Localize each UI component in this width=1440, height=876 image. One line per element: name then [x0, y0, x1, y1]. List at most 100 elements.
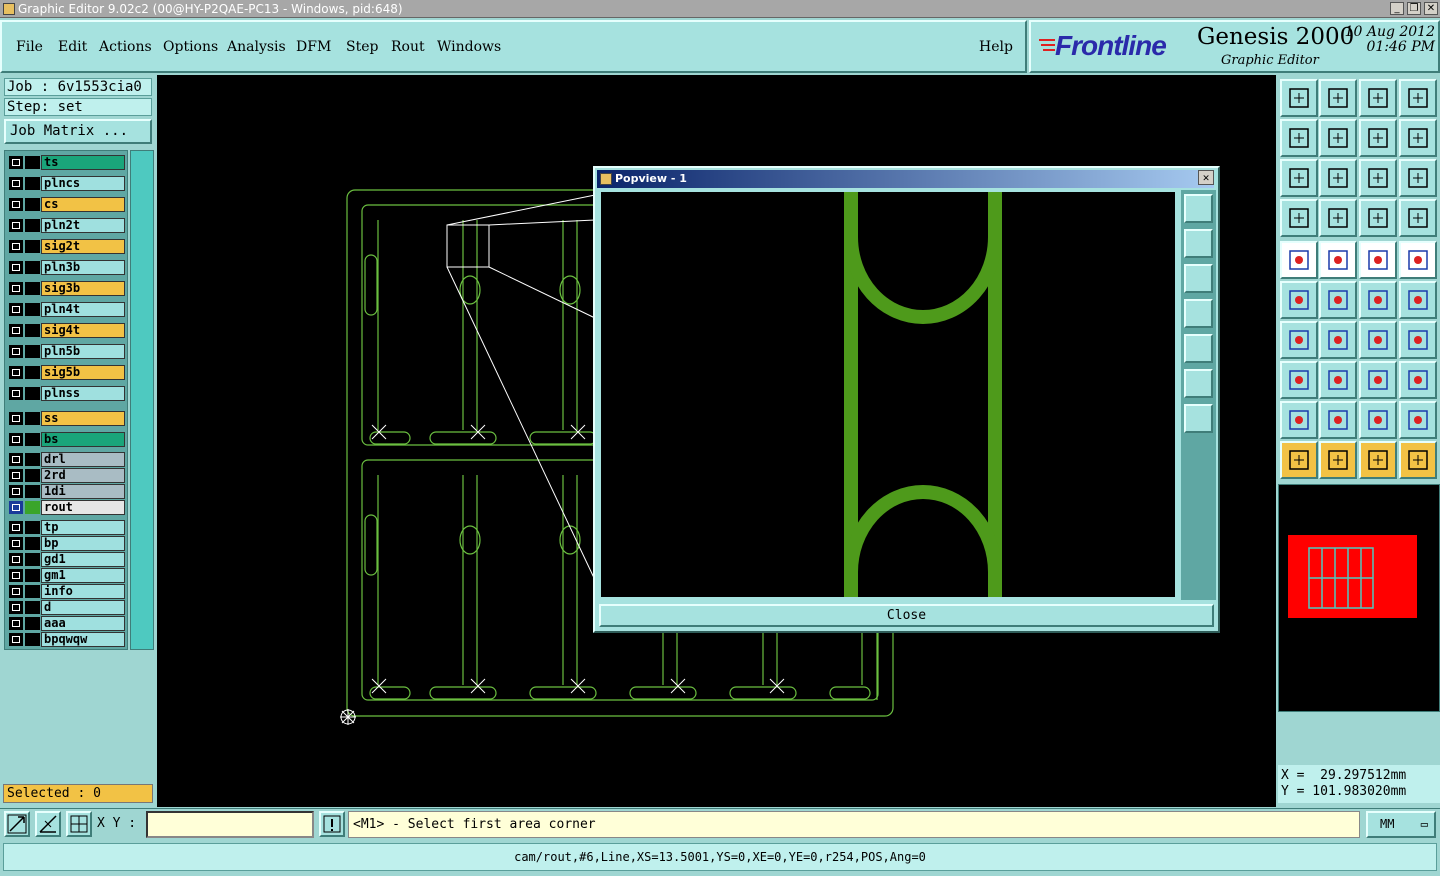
tool-config-button[interactable] [1280, 199, 1318, 237]
tool-route-button[interactable] [1399, 441, 1437, 479]
layer-name[interactable]: cs [41, 197, 125, 212]
layer-row-pln5b[interactable]: pln5b [7, 344, 127, 359]
layer-name[interactable]: plncs [41, 176, 125, 191]
layer-display-swatch[interactable] [25, 617, 40, 630]
menu-help[interactable]: Help [979, 39, 1013, 55]
layer-checkbox[interactable] [9, 387, 23, 400]
layer-checkbox[interactable] [9, 156, 23, 169]
tool-triangle3-button[interactable] [1359, 401, 1397, 439]
grid-snap-button[interactable] [66, 811, 92, 837]
layer-name[interactable]: bp [41, 536, 125, 551]
layer-display-swatch[interactable] [25, 537, 40, 550]
tool-house-button[interactable] [1359, 79, 1397, 117]
tool-arrow-button[interactable] [1399, 281, 1437, 319]
layer-checkbox[interactable] [9, 617, 23, 630]
layer-checkbox[interactable] [9, 412, 23, 425]
layer-list-scrollbar[interactable] [130, 150, 154, 650]
layer-name[interactable]: sig2t [41, 239, 125, 254]
layer-checkbox[interactable] [9, 219, 23, 232]
layer-row-tp[interactable]: tp [7, 520, 127, 535]
layer-name[interactable]: pln5b [41, 344, 125, 359]
layer-name[interactable]: pln4t [41, 302, 125, 317]
layer-row-gm1[interactable]: gm1 [7, 568, 127, 583]
layer-display-swatch[interactable] [25, 156, 40, 169]
menu-actions[interactable]: Actions [99, 39, 152, 55]
units-selector[interactable]: MM ▭ [1366, 811, 1436, 838]
layer-row-info[interactable]: info [7, 584, 127, 599]
menu-windows[interactable]: Windows [437, 39, 501, 55]
layer-row-plncs[interactable]: plncs [7, 176, 127, 191]
layer-row-2rd[interactable]: 2rd [7, 468, 127, 483]
layer-display-swatch[interactable] [25, 469, 40, 482]
menu-file[interactable]: File [16, 39, 43, 55]
info-button[interactable] [319, 811, 345, 837]
layer-display-swatch[interactable] [25, 303, 40, 316]
tool-net-button[interactable] [1359, 199, 1397, 237]
layer-row-drl[interactable]: drl [7, 452, 127, 467]
popview-canvas[interactable] [601, 192, 1175, 597]
tool-arc-button[interactable] [1359, 321, 1397, 359]
layer-name[interactable]: pln3b [41, 260, 125, 275]
layer-name[interactable]: 2rd [41, 468, 125, 483]
tool-fit-button[interactable] [1280, 159, 1318, 197]
layer-name[interactable]: aaa [41, 616, 125, 631]
layer-display-swatch[interactable] [25, 219, 40, 232]
layer-checkbox[interactable] [9, 469, 23, 482]
layer-name[interactable]: d [41, 600, 125, 615]
layer-name[interactable]: drl [41, 452, 125, 467]
layer-checkbox[interactable] [9, 366, 23, 379]
popview-close-icon[interactable]: ✕ [1198, 170, 1214, 185]
maximize-button[interactable]: ❐ [1407, 2, 1421, 15]
layer-checkbox[interactable] [9, 485, 23, 498]
tool-pointer-button[interactable] [1280, 441, 1318, 479]
layer-row-bs[interactable]: bs [7, 432, 127, 447]
tool-nodes-button[interactable] [1280, 281, 1318, 319]
popview-pan-up-button[interactable] [1184, 229, 1213, 258]
tool-pointer3-button[interactable] [1359, 441, 1397, 479]
layer-name[interactable]: sig3b [41, 281, 125, 296]
layer-display-swatch[interactable] [25, 412, 40, 425]
layer-row-pln4t[interactable]: pln4t [7, 302, 127, 317]
tool-triangle2-button[interactable] [1319, 401, 1357, 439]
menu-analysis[interactable]: Analysis [227, 39, 286, 55]
tool-add-pad-button[interactable] [1280, 241, 1318, 279]
tool-slash-button[interactable] [1319, 321, 1357, 359]
layer-row-rout[interactable]: rout [7, 500, 127, 515]
layer-checkbox[interactable] [9, 569, 23, 582]
overview-map[interactable] [1278, 484, 1440, 712]
tool-measure-button[interactable] [1359, 361, 1397, 399]
layer-display-swatch[interactable] [25, 324, 40, 337]
layer-row-aaa[interactable]: aaa [7, 616, 127, 631]
popview-zoom-out-button[interactable] [1184, 404, 1213, 433]
layer-row-bpqwqw[interactable]: bpqwqw [7, 632, 127, 647]
layer-checkbox[interactable] [9, 198, 23, 211]
menu-rout[interactable]: Rout [391, 39, 425, 55]
layer-name[interactable]: bpqwqw [41, 632, 125, 647]
tool-step-button[interactable] [1399, 119, 1437, 157]
tool-shapes-button[interactable] [1399, 361, 1437, 399]
layer-row-bp[interactable]: bp [7, 536, 127, 551]
layer-checkbox[interactable] [9, 453, 23, 466]
layer-row-sig5b[interactable]: sig5b [7, 365, 127, 380]
layer-display-swatch[interactable] [25, 569, 40, 582]
layer-row-cs[interactable]: cs [7, 197, 127, 212]
layer-name[interactable]: tp [41, 520, 125, 535]
popview-pan-right-button[interactable] [1184, 334, 1213, 363]
tool-triangle4-button[interactable] [1399, 401, 1437, 439]
layer-checkbox[interactable] [9, 177, 23, 190]
layer-row-pln3b[interactable]: pln3b [7, 260, 127, 275]
layer-checkbox[interactable] [9, 261, 23, 274]
layer-row-d[interactable]: d [7, 600, 127, 615]
tool-ruler-button[interactable] [1359, 241, 1397, 279]
tool-line-button[interactable] [1359, 281, 1397, 319]
tool-angle-button[interactable] [1280, 321, 1318, 359]
tool-mirror-button[interactable] [1399, 321, 1437, 359]
tool-move-button[interactable] [1280, 361, 1318, 399]
layer-name[interactable]: gm1 [41, 568, 125, 583]
tool-save-button[interactable] [1319, 79, 1357, 117]
tool-minus-button[interactable] [1319, 361, 1357, 399]
layer-checkbox[interactable] [9, 303, 23, 316]
xy-input[interactable] [146, 811, 314, 838]
layer-name[interactable]: sig4t [41, 323, 125, 338]
tool-select-button[interactable] [1319, 241, 1357, 279]
